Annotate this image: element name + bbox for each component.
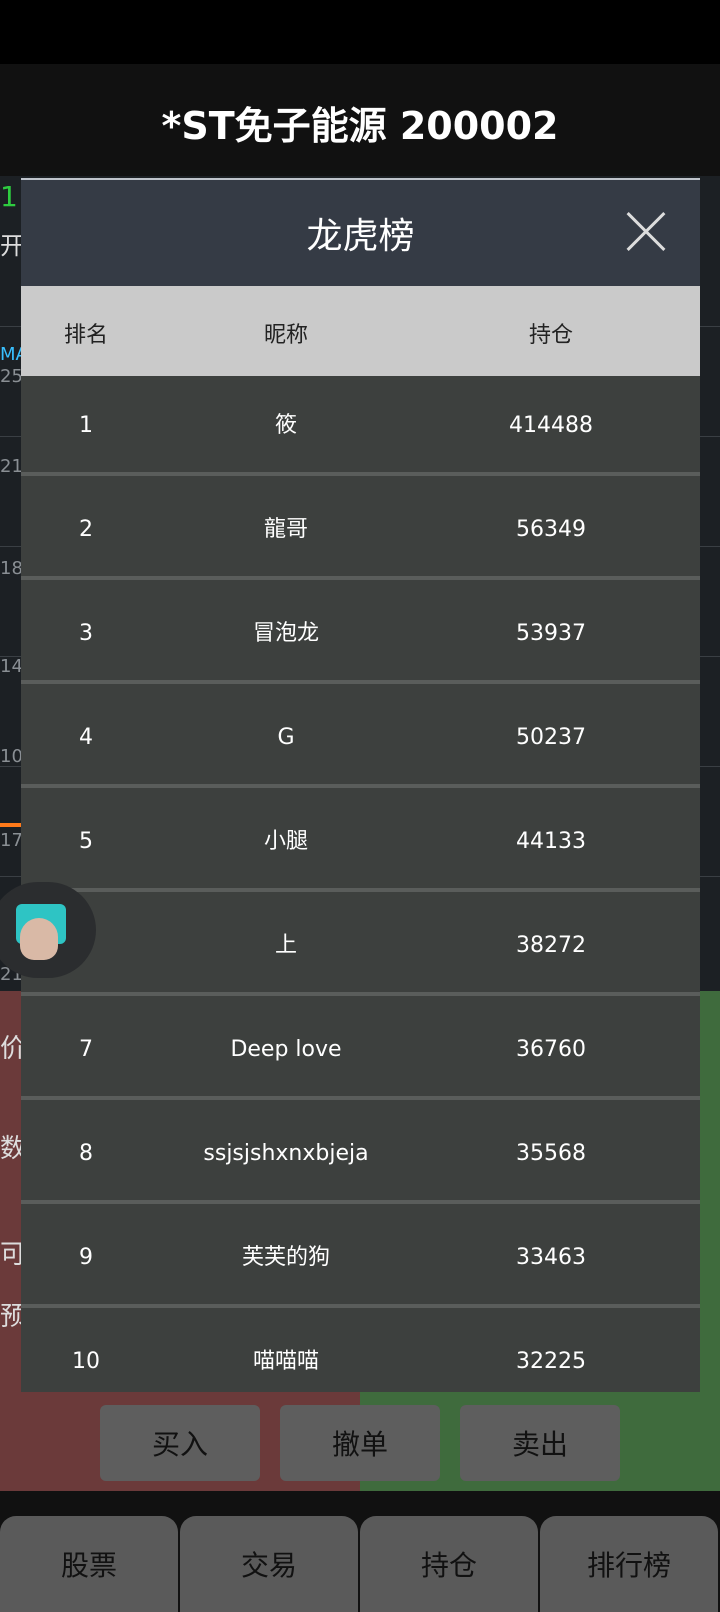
rank-cell: 8 (79, 1141, 93, 1166)
axis-label: 25 (0, 366, 23, 387)
status-bar (0, 0, 720, 64)
nickname-cell: 上 (274, 933, 297, 958)
tab-stocks[interactable]: 股票 (0, 1516, 178, 1612)
rank-cell: 9 (79, 1245, 93, 1270)
nickname-cell: 小腿 (263, 829, 308, 854)
rank-cell: 3 (79, 621, 93, 646)
rank-cell: 10 (72, 1349, 100, 1374)
holdings-cell: 44133 (516, 829, 586, 854)
holdings-cell: 33463 (516, 1245, 586, 1270)
close-icon[interactable] (624, 210, 668, 254)
table-row: 8 ssjsjshxnxbjeja 35568 (21, 1104, 700, 1204)
modal-title: 龙虎榜 (306, 216, 415, 257)
tab-leaderboard[interactable]: 排行榜 (540, 1516, 718, 1612)
nickname-cell: 冒泡龙 (252, 621, 319, 646)
axis-label: 17 (0, 830, 23, 851)
buy-button[interactable]: 买入 (100, 1405, 260, 1481)
tab-trade[interactable]: 交易 (180, 1516, 358, 1612)
table-row: 7 Deep love 36760 (21, 1000, 700, 1100)
axis-label: 21 (0, 456, 23, 477)
holdings-cell: 36760 (516, 1037, 586, 1062)
axis-label: 18 (0, 558, 23, 579)
table-row: 2 龍哥 56349 (21, 480, 700, 580)
table-header: 排名 昵称 持仓 (21, 286, 700, 386)
table-row: 3 冒泡龙 53937 (21, 584, 700, 684)
column-header-nickname: 昵称 (263, 323, 308, 348)
nickname-cell: Deep love (230, 1037, 342, 1062)
cancel-order-button[interactable]: 撤单 (280, 1405, 440, 1481)
holdings-cell: 414488 (509, 413, 593, 438)
table-row: 5 小腿 44133 (21, 792, 700, 892)
table-row: 1 筱 414488 (21, 376, 700, 476)
tab-positions[interactable]: 持仓 (360, 1516, 538, 1612)
rank-cell: 4 (79, 725, 93, 750)
sell-button[interactable]: 卖出 (460, 1405, 620, 1481)
holdings-cell: 32225 (516, 1349, 586, 1374)
leaderboard-modal: 龙虎榜 排名 昵称 持仓 1 筱 414488 2 龍哥 56349 3 冒泡龙… (21, 178, 700, 1392)
chart-marker (0, 823, 22, 827)
axis-label: 14 (0, 656, 23, 677)
table-row: 10 喵喵喵 32225 (21, 1312, 700, 1392)
holdings-cell: 35568 (516, 1141, 586, 1166)
column-header-rank: 排名 (63, 323, 108, 348)
rank-cell: 1 (79, 413, 93, 438)
table-row: 9 芙芙的狗 33463 (21, 1208, 700, 1308)
nickname-cell: G (277, 725, 295, 750)
stock-title: *ST免子能源 200002 (161, 103, 559, 148)
column-header-holdings: 持仓 (528, 323, 573, 348)
rank-cell: 5 (79, 829, 93, 854)
modal-header: 龙虎榜 (21, 180, 700, 286)
nickname-cell: 筱 (274, 413, 297, 438)
holdings-cell: 38272 (516, 933, 586, 958)
nickname-cell: ssjsjshxnxbjeja (203, 1141, 369, 1166)
nickname-cell: 芙芙的狗 (241, 1245, 330, 1270)
floating-assist-button[interactable] (0, 882, 96, 978)
axis-label: 10 (0, 746, 23, 767)
holdings-cell: 53937 (516, 621, 586, 646)
table-row: 6 上 38272 (21, 896, 700, 996)
rank-cell: 7 (79, 1037, 93, 1062)
holdings-cell: 50237 (516, 725, 586, 750)
holdings-cell: 56349 (516, 517, 586, 542)
table-row: 4 G 50237 (21, 688, 700, 788)
hand-icon (20, 918, 58, 960)
price-value: 1 (0, 180, 18, 213)
rank-cell: 2 (79, 517, 93, 542)
nickname-cell: 龍哥 (263, 517, 308, 542)
nickname-cell: 喵喵喵 (252, 1349, 319, 1374)
